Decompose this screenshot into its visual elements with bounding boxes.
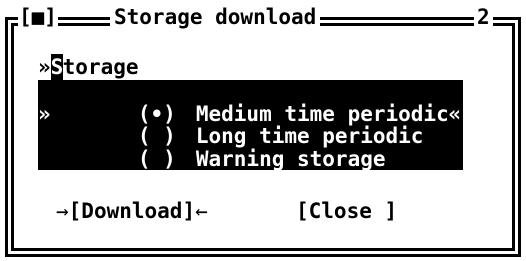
- radio-option-long-time-periodic[interactable]: ( ) Long time periodic: [38, 103, 463, 148]
- storage-radio-group: » (•) Medium time periodic « ( ) Long time p…: [38, 80, 463, 193]
- group-label-text: torage: [62, 55, 139, 79]
- radio-option-warning-storage[interactable]: ( ) Warning storage: [38, 125, 463, 170]
- radio-button-unchecked: ( ): [137, 169, 176, 193]
- close-window-button[interactable]: [■]: [18, 2, 58, 32]
- group-selected-marker: »: [38, 55, 51, 79]
- window-number: 2: [474, 2, 493, 32]
- download-button-label: [Download]: [68, 199, 196, 223]
- close-button[interactable]: [Close ]: [296, 196, 397, 226]
- close-button-label: [Close ]: [296, 199, 398, 223]
- radio-option-medium-time-periodic[interactable]: » (•) Medium time periodic «: [38, 80, 463, 125]
- text-cursor: S: [50, 54, 64, 80]
- focus-arrow-right-icon: →: [56, 199, 69, 223]
- radio-option-alarm-storage[interactable]: ( ) Alarm storage: [38, 148, 463, 193]
- radio-option-label: Alarm storage: [195, 169, 361, 193]
- title-bar: [■] Storage download 2: [0, 2, 526, 32]
- focus-arrow-left-icon: ←: [195, 199, 208, 223]
- window-title: Storage download: [110, 2, 321, 32]
- download-button[interactable]: →[Download]←: [56, 196, 208, 226]
- storage-download-window: [■] Storage download 2 »Storage » (•) Medi…: [0, 0, 526, 261]
- storage-group-label: »Storage: [38, 54, 139, 80]
